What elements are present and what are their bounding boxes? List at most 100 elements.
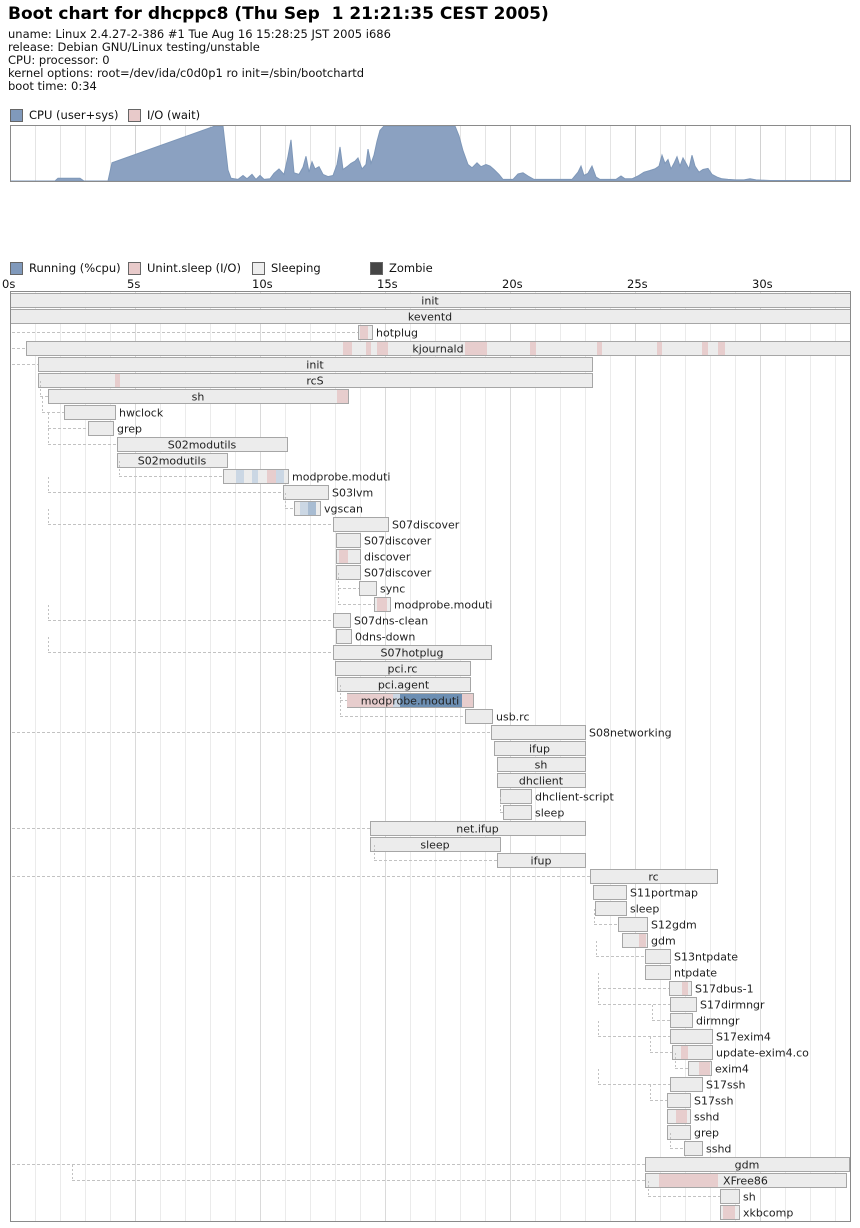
process-label: sh [535, 759, 548, 772]
process-label: S03lvm [332, 487, 373, 500]
info-kernel-options: kernel options: root=/dev/ida/c0d0p1 ro … [8, 67, 860, 80]
process-label: S17ssh [694, 1095, 733, 1108]
process-label: rc [648, 871, 658, 884]
process-label: S11portmap [630, 887, 698, 900]
info-boot-time: boot time: 0:34 [8, 80, 860, 93]
process-label: S17ssh [706, 1079, 745, 1092]
process-state-segment [377, 342, 388, 355]
process-bar [334, 518, 389, 532]
info-release: release: Debian GNU/Linux testing/unstab… [8, 41, 860, 54]
cpu-legend-item: CPU (user+sys) [10, 108, 119, 122]
sleeping-legend-label: Sleeping [271, 261, 321, 275]
page-title: Boot chart for dhcppc8 (Thu Sep 1 21:21:… [8, 4, 860, 24]
process-state-segment [676, 1110, 687, 1123]
process-label: hwclock [119, 407, 164, 420]
process-label: grep [694, 1127, 719, 1140]
process-state-segment [462, 694, 473, 707]
process-bar [596, 902, 627, 916]
process-bar [673, 1046, 713, 1060]
sleeping-legend-item: Sleeping [252, 261, 321, 275]
process-state-segment [267, 470, 276, 483]
process-label: gdm [651, 935, 676, 948]
process-label: modprobe.moduti [361, 695, 459, 708]
process-state-segment [276, 470, 284, 483]
process-label: S07discover [392, 519, 460, 532]
axis-tick-label: 0s [2, 277, 15, 291]
process-state-segment [597, 342, 602, 355]
process-label: update-exim4.co [716, 1047, 809, 1060]
process-label: sshd [706, 1143, 731, 1156]
axis-tick-label: 25s [627, 277, 648, 291]
process-label: vgscan [324, 503, 363, 516]
process-state-segment [366, 342, 371, 355]
process-label: S07hotplug [381, 647, 444, 660]
process-label: discover [364, 551, 411, 564]
process-bar [619, 918, 648, 932]
axis-tick-label: 20s [502, 277, 523, 291]
process-state-segment [718, 342, 725, 355]
process-label: S07dns-clean [354, 615, 428, 628]
process-state-segment [337, 390, 348, 403]
process-state-segment [252, 470, 258, 483]
process-label: S07discover [364, 567, 432, 580]
process-label: sleep [630, 903, 659, 916]
process-state-segment [236, 470, 244, 483]
process-label: S13ntpdate [674, 951, 738, 964]
process-label: dhclient [519, 775, 564, 788]
process-label: modprobe.moduti [394, 599, 492, 612]
process-label: grep [117, 423, 142, 436]
process-label: S08networking [589, 727, 672, 740]
time-axis: 0s5s10s15s20s25s30s [0, 277, 860, 291]
process-label: sh [743, 1191, 756, 1204]
cpu-legend: CPU (user+sys) I/O (wait) [0, 108, 860, 122]
process-state-segment [723, 1206, 735, 1219]
boot-info: uname: Linux 2.4.27-2-386 #1 Tue Aug 16 … [8, 28, 860, 93]
process-state-segment [699, 1062, 710, 1075]
process-label: exim4 [715, 1063, 749, 1076]
process-state-segment [300, 502, 308, 515]
process-label: dirmngr [696, 1015, 740, 1028]
process-label: sync [380, 583, 405, 596]
running-legend-item: Running (%cpu) [10, 261, 121, 275]
process-bar [334, 614, 351, 628]
process-state-segment [343, 342, 352, 355]
process-label: pci.agent [378, 679, 430, 692]
process-state-segment [702, 342, 708, 355]
process-label: kjournald [412, 343, 463, 356]
process-label: sleep [420, 839, 449, 852]
process-bar [466, 710, 493, 724]
process-label: S17dirmngr [700, 999, 765, 1012]
process-label: S17exim4 [716, 1031, 771, 1044]
bootchart-page: { "header": { "title": "Boot chart for d… [0, 4, 860, 1223]
process-state-segment [115, 374, 120, 387]
unint-sleep-legend-item: Unint.sleep (I/O) [128, 261, 241, 275]
process-gantt-chart: initkeventdhotplugkjournaldinitrcSshhwcl… [0, 291, 860, 1223]
process-bar [65, 406, 116, 420]
process-label: S02modutils [168, 439, 237, 452]
process-label: ifup [531, 855, 552, 868]
zombie-swatch-icon [370, 262, 383, 275]
process-label: net.ifup [456, 823, 498, 836]
process-label: gdm [735, 1159, 760, 1172]
process-label: ntpdate [674, 967, 717, 980]
process-bar [721, 1190, 740, 1204]
process-label: keventd [408, 311, 452, 324]
process-label: 0dns-down [355, 631, 415, 644]
process-label: dhclient-script [535, 791, 614, 804]
io-swatch-icon [128, 109, 141, 122]
process-label: init [306, 359, 324, 372]
process-bar [501, 790, 532, 804]
process-label: init [421, 295, 439, 308]
process-bar [284, 486, 329, 500]
process-bar [89, 422, 114, 436]
process-label: hotplug [376, 327, 418, 340]
process-bar [594, 886, 627, 900]
process-label: S17dbus-1 [695, 983, 754, 996]
process-bar [337, 566, 361, 580]
process-label: pci.rc [388, 663, 418, 676]
running-legend-label: Running (%cpu) [29, 261, 121, 275]
process-label: sh [192, 391, 205, 404]
process-state-segment [465, 342, 487, 355]
axis-tick-label: 5s [127, 277, 140, 291]
zombie-legend-item: Zombie [370, 261, 433, 275]
